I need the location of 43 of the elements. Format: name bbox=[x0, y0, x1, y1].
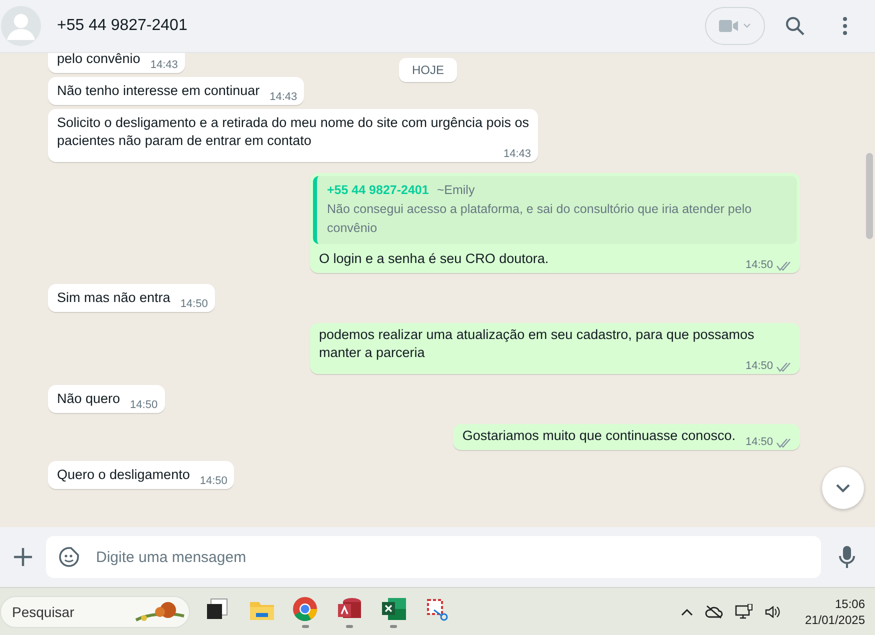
message-text: Solicito o desligamento e a retirada do meu nome do site com urgência pois os pacientes não param de entrar em contato bbox=[57, 114, 530, 149]
microphone-icon[interactable] bbox=[839, 545, 855, 569]
message-time: 14:50 bbox=[745, 359, 773, 374]
message-text: Quero o desligamento bbox=[57, 466, 190, 484]
chevron-up-icon[interactable] bbox=[680, 608, 693, 616]
message-time: 14:50 bbox=[130, 398, 158, 413]
quoted-message[interactable]: +55 44 9827-2401 ~Emily Não consegui acesso a plataforma, e sai do consultório que iria atender pelo convênio bbox=[313, 176, 797, 244]
video-camera-icon bbox=[719, 19, 739, 33]
plus-icon[interactable] bbox=[12, 546, 34, 568]
spreadsheet-app-icon[interactable] bbox=[380, 596, 406, 622]
caret-icon bbox=[743, 23, 751, 29]
message-time: 14:43 bbox=[270, 90, 298, 105]
message-text: Sim mas não entra bbox=[57, 289, 170, 307]
message-time: 14:43 bbox=[150, 58, 178, 73]
cloud-offline-icon[interactable] bbox=[704, 604, 723, 618]
chevron-down-icon bbox=[835, 483, 851, 493]
clock-date[interactable]: 21/01/2025 bbox=[804, 612, 865, 628]
message-time: 14:50 bbox=[745, 258, 773, 273]
search-icon bbox=[785, 16, 805, 36]
quoted-author: +55 44 9827-2401 bbox=[327, 183, 429, 197]
speaker-icon[interactable] bbox=[764, 604, 781, 618]
message-text: Não tenho interesse em continuar bbox=[57, 82, 260, 100]
clock-time[interactable]: 15:06 bbox=[834, 596, 865, 612]
browser-icon[interactable] bbox=[292, 596, 318, 622]
more-options-icon bbox=[843, 17, 847, 35]
message-text: Não quero bbox=[57, 390, 120, 408]
message-time: 14:50 bbox=[745, 435, 773, 450]
message-text: pelo convênio bbox=[57, 53, 140, 68]
message-time: 14:50 bbox=[200, 474, 228, 489]
message-time: 14:43 bbox=[503, 147, 531, 162]
search-field[interactable]: Pesquisar bbox=[0, 596, 190, 628]
message-input-field[interactable]: Digite uma mensagem bbox=[46, 536, 821, 578]
quoted-text: Não consegui acesso a plataforma, e sai do consultório que iria atender pelo convênio bbox=[327, 201, 753, 237]
message-text: Gostariamos muito que continuasse conosco. bbox=[462, 427, 736, 445]
network-monitor-icon[interactable] bbox=[734, 604, 753, 620]
message-time: 14:50 bbox=[180, 297, 208, 312]
scrollbar-thumb[interactable] bbox=[866, 153, 873, 239]
sticker-smiley-icon[interactable] bbox=[58, 546, 80, 568]
message-text: podemos realizar uma atualização em seu cadastro, para que possamos manter a parceria bbox=[319, 326, 756, 361]
message-text: O login e a senha é seu CRO doutora. bbox=[319, 250, 549, 268]
date-chip: HOJE bbox=[399, 58, 458, 82]
task-view-icon[interactable] bbox=[204, 596, 230, 622]
quoted-author-name: ~Emily bbox=[436, 183, 475, 197]
